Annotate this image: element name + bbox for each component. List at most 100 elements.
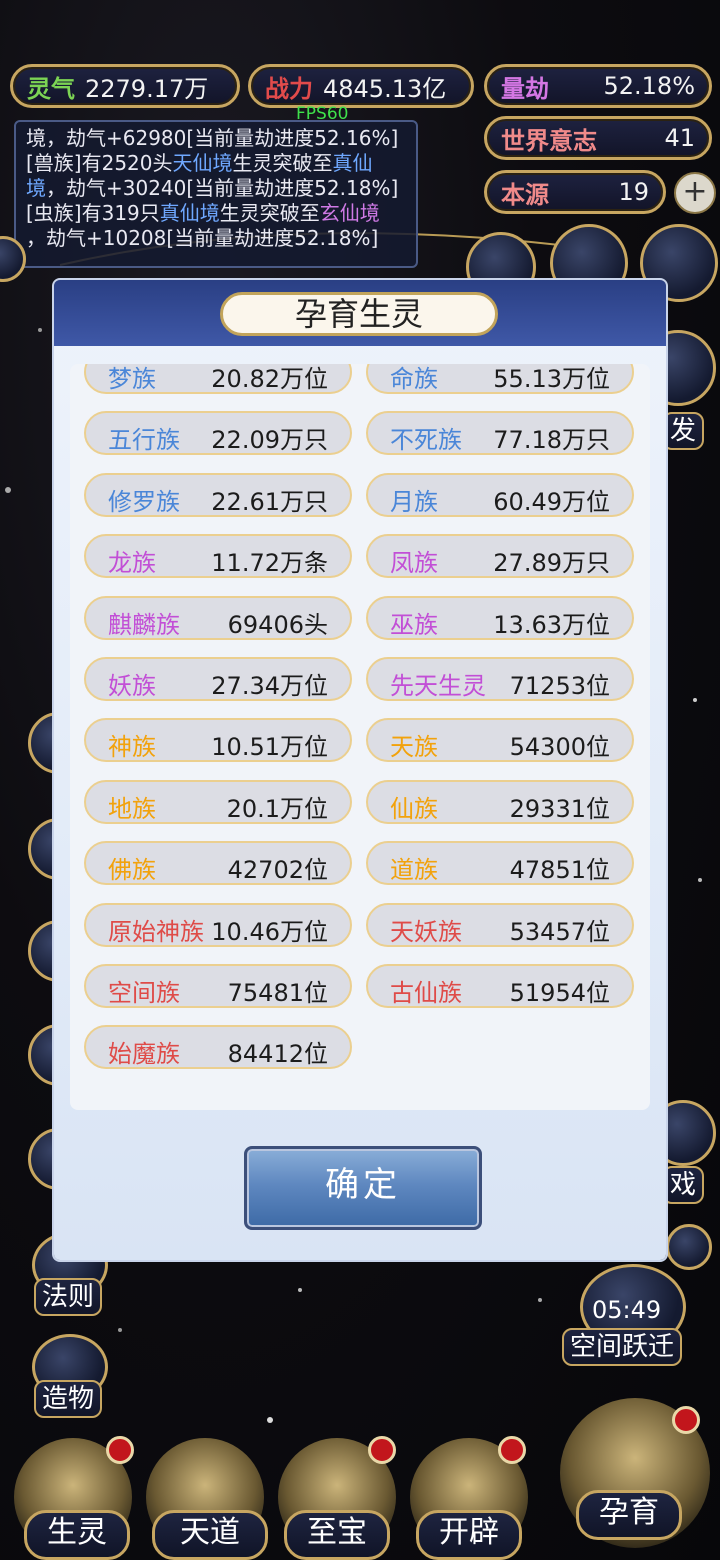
race-name: 地族 — [108, 794, 156, 823]
log-line: ，劫气+10208[当前量劫进度52.18%] — [26, 226, 379, 250]
lingqi-value: 2279.17万 — [85, 74, 209, 103]
race-name: 梦族 — [108, 365, 156, 393]
log-line: [虫族]有319只真仙境生灵突破至玄仙境 — [26, 201, 380, 225]
race-count: 27.89万只 — [493, 549, 610, 578]
race-count: 29331位 — [509, 794, 610, 823]
race-count: 69406头 — [227, 610, 328, 639]
zhanli-label: 战力 — [265, 73, 313, 103]
notice-icon[interactable] — [666, 1224, 712, 1270]
notification-dot — [672, 1406, 700, 1434]
race-count: 47851位 — [509, 856, 610, 885]
space-jump-button[interactable]: 空间跃迁 — [562, 1328, 683, 1366]
race-cell[interactable]: 古仙族 51954位 — [366, 964, 634, 1008]
log-line: 境，劫气+62980[当前量劫进度52.16%] — [26, 126, 399, 150]
world-will-stat[interactable]: 世界意志 41 — [484, 116, 712, 160]
race-count: 51954位 — [509, 979, 610, 1007]
race-name: 空间族 — [108, 979, 180, 1007]
zhanli-value: 4845.13亿 — [323, 74, 447, 103]
nav-heaven[interactable]: 天道 — [152, 1510, 268, 1560]
race-cell[interactable]: 修罗族 22.61万只 — [84, 472, 352, 517]
race-count: 11.72万条 — [211, 549, 328, 578]
race-cell[interactable]: 原始神族 10.46万位 — [84, 902, 352, 947]
race-cell[interactable]: 不死族 77.18万只 — [366, 411, 634, 456]
log-line: 境，劫气+30240[当前量劫进度52.18%] — [26, 176, 399, 200]
race-cell[interactable]: 佛族 42702位 — [84, 841, 352, 886]
create-button[interactable]: 造物 — [34, 1380, 103, 1418]
race-cell[interactable]: 始魔族 84412位 — [84, 1025, 352, 1070]
race-name: 佛族 — [108, 856, 156, 885]
race-name: 道族 — [390, 856, 438, 885]
add-origin-button[interactable]: + — [674, 172, 716, 214]
race-count: 55.13万位 — [493, 365, 610, 393]
liangjie-label: 量劫 — [501, 73, 549, 103]
confirm-button[interactable]: 确定 — [244, 1146, 482, 1230]
nav-treasure[interactable]: 至宝 — [284, 1510, 390, 1560]
race-cell[interactable]: 命族 55.13万位 — [366, 364, 634, 394]
race-name: 月族 — [390, 487, 438, 516]
race-name: 始魔族 — [108, 1040, 180, 1069]
race-cell[interactable]: 梦族 20.82万位 — [84, 364, 352, 394]
race-name: 不死族 — [390, 426, 462, 455]
race-name: 天族 — [390, 733, 438, 762]
race-name: 天妖族 — [390, 917, 462, 946]
race-name: 妖族 — [108, 672, 156, 700]
origin-value: 19 — [618, 178, 649, 206]
lingqi-label: 灵气 — [27, 73, 75, 103]
race-name: 仙族 — [390, 794, 438, 823]
race-cell[interactable]: 仙族 29331位 — [366, 779, 634, 824]
race-cell[interactable]: 空间族 75481位 — [84, 964, 352, 1008]
liangjie-stat[interactable]: 量劫 52.18% — [484, 64, 712, 108]
race-cell[interactable]: 天妖族 53457位 — [366, 902, 634, 947]
race-cell[interactable]: 巫族 13.63万位 — [366, 595, 634, 640]
race-count: 53457位 — [509, 917, 610, 946]
race-name: 龙族 — [108, 549, 156, 578]
race-cell[interactable]: 凤族 27.89万只 — [366, 534, 634, 579]
race-cell[interactable]: 神族 10.51万位 — [84, 718, 352, 763]
race-cell[interactable]: 月族 60.49万位 — [366, 472, 634, 517]
race-name: 麒麟族 — [108, 610, 180, 639]
race-cell[interactable]: 先天生灵 71253位 — [366, 657, 634, 701]
nav-open[interactable]: 开辟 — [416, 1510, 522, 1560]
race-count: 42702位 — [227, 856, 328, 885]
race-count: 71253位 — [509, 672, 610, 700]
race-name: 神族 — [108, 733, 156, 762]
race-cell[interactable]: 道族 47851位 — [366, 841, 634, 886]
race-name: 修罗族 — [108, 487, 180, 516]
race-cell[interactable]: 麒麟族 69406头 — [84, 595, 352, 640]
world-will-label: 世界意志 — [501, 125, 597, 155]
zhanli-stat[interactable]: 战力 4845.13亿 — [248, 64, 474, 108]
race-cell[interactable]: 地族 20.1万位 — [84, 779, 352, 824]
race-cell[interactable]: 妖族 27.34万位 — [84, 657, 352, 701]
race-count: 27.34万位 — [211, 672, 328, 700]
notification-dot — [106, 1436, 134, 1464]
nav-creature[interactable]: 生灵 — [24, 1510, 130, 1560]
race-cell[interactable]: 龙族 11.72万条 — [84, 534, 352, 579]
nav-breed[interactable]: 孕育 — [576, 1490, 682, 1540]
race-name: 凤族 — [390, 549, 438, 578]
race-cell[interactable]: 五行族 22.09万只 — [84, 411, 352, 456]
race-name: 巫族 — [390, 610, 438, 639]
race-count: 22.61万只 — [211, 487, 328, 516]
race-count: 13.63万位 — [493, 610, 610, 639]
world-will-value: 41 — [664, 124, 695, 152]
space-jump-timer: 05:49 — [592, 1296, 662, 1324]
burst-label: 发 — [662, 412, 705, 450]
race-count: 75481位 — [227, 979, 328, 1007]
event-log[interactable]: 境，劫气+62980[当前量劫进度52.16%] [兽族]有2520头天仙境生灵… — [14, 120, 418, 268]
race-count: 84412位 — [227, 1040, 328, 1069]
race-count: 10.46万位 — [211, 917, 328, 946]
origin-label: 本源 — [501, 179, 549, 209]
notification-dot — [368, 1436, 396, 1464]
race-count: 60.49万位 — [493, 487, 610, 516]
origin-stat[interactable]: 本源 19 — [484, 170, 666, 214]
race-count: 77.18万只 — [493, 426, 610, 455]
breed-creature-dialog: 孕育生灵 梦族 20.82万位 命族 55.13万位 五行族 22.09万只 不死族 77.1… — [54, 280, 666, 1260]
rule-button[interactable]: 法则 — [34, 1278, 103, 1316]
race-name: 先天生灵 — [390, 672, 486, 700]
race-list[interactable]: 梦族 20.82万位 命族 55.13万位 五行族 22.09万只 不死族 77.18万只修罗… — [70, 364, 650, 1110]
race-name: 五行族 — [108, 426, 180, 455]
notification-dot — [498, 1436, 526, 1464]
race-cell[interactable]: 天族 54300位 — [366, 718, 634, 763]
dialog-title: 孕育生灵 — [220, 292, 498, 336]
lingqi-stat[interactable]: 灵气 2279.17万 — [10, 64, 240, 108]
